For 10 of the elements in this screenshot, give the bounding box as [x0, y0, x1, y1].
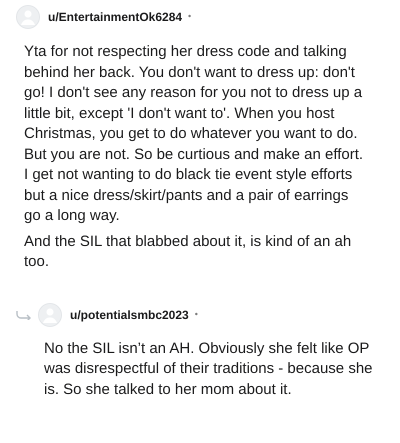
- separator-dot: •: [194, 308, 198, 321]
- comment-text: Yta for not respecting her dress code and talking behind her back. You don't want to dress up: don't go! I don't see any reason for you not to dress up a little bit, except 'I don't want to'. When you host Christmas, you get to do whatever you want to do. But you are not. So be curtious and make an effort. I get not wanting to do black tie event style efforts but a nice dress/skirt/pants and a pair of earrings go a long way.: [24, 42, 364, 226]
- reply-arrow-icon: [16, 310, 32, 320]
- separator-dot: •: [188, 10, 192, 24]
- avatar-icon: [38, 302, 62, 326]
- comment-text: No the SIL isn’t an AH. Obviously she felt like OP was disrespectful of their traditions - because she is. So she talked to her mom about it.: [44, 338, 374, 400]
- username[interactable]: u/potentialsmbc2023: [70, 306, 189, 324]
- username[interactable]: u/EntertainmentOk6284: [48, 8, 182, 26]
- avatar-icon: [16, 5, 40, 29]
- comment-text: And the SIL that blabbed about it, is kind of an ah too.: [24, 232, 352, 272]
